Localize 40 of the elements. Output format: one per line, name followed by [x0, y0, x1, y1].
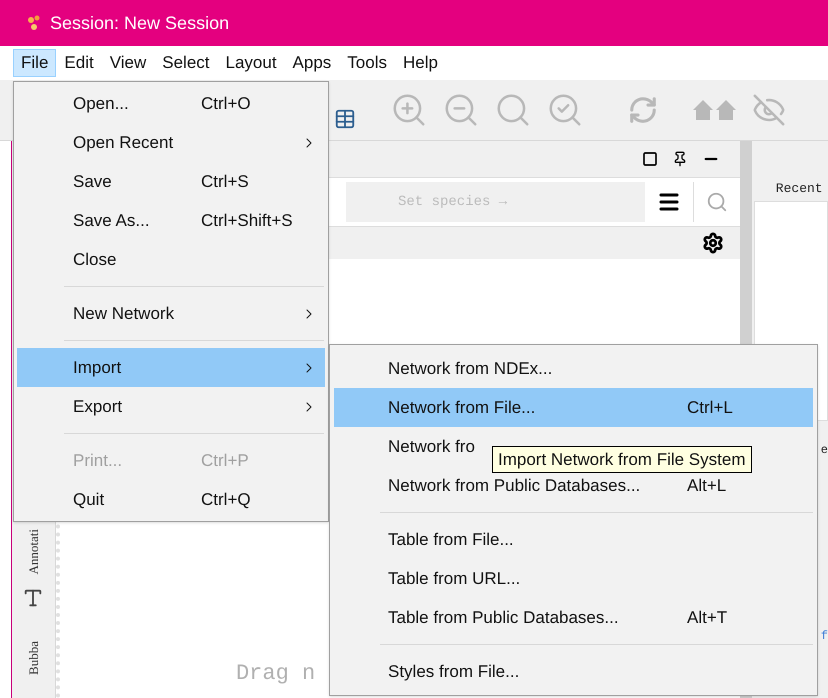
menu-item[interactable]: Open Recent	[17, 123, 325, 162]
window-icon[interactable]	[642, 151, 658, 167]
menu-item[interactable]: Table from Public Databases... Alt+T	[334, 598, 813, 637]
hide-icon[interactable]	[752, 93, 786, 127]
annotation-tab[interactable]: Annotati	[24, 529, 44, 574]
text-fragment: f	[820, 628, 828, 644]
app-logo-icon	[26, 14, 42, 32]
window-title: Session: New Session	[50, 12, 230, 34]
menu-item[interactable]: Export	[17, 387, 325, 426]
pin-icon[interactable]	[672, 151, 688, 167]
menu-item[interactable]: New Network	[17, 294, 325, 333]
bubble-tab[interactable]: Bubba	[24, 640, 44, 674]
menu-item[interactable]: Quit Ctrl+Q	[17, 480, 325, 519]
menu-bar-item[interactable]: File	[13, 49, 56, 77]
menu-item[interactable]: Network from NDEx...	[334, 349, 813, 388]
menu-item[interactable]: Save As... Ctrl+Shift+S	[17, 201, 325, 240]
menu-bar-item[interactable]: Layout	[218, 49, 285, 77]
menu-item[interactable]: Save Ctrl+S	[17, 162, 325, 201]
canvas-hint: Drag n	[236, 660, 316, 688]
search-icon[interactable]	[706, 191, 728, 213]
menu-bar-item[interactable]: Edit	[56, 49, 102, 77]
recent-label: Recent	[776, 180, 824, 198]
menu-bar-item[interactable]: View	[102, 49, 154, 77]
menu-item[interactable]: Styles from File...	[334, 652, 813, 691]
menu-item[interactable]: Table from File...	[334, 520, 813, 559]
menu-item[interactable]: Open... Ctrl+O	[17, 84, 325, 123]
tooltip: Import Network from File System	[492, 446, 752, 473]
menu-item[interactable]: Network from File... Ctrl+L	[334, 388, 813, 427]
menu-bar-item[interactable]: Select	[154, 49, 218, 77]
menu-bar-item[interactable]: Apps	[284, 49, 340, 77]
text-fragment: e	[820, 442, 828, 458]
menu-item[interactable]: Close	[17, 240, 325, 279]
refresh-icon[interactable]	[628, 95, 658, 125]
menu-bar-item[interactable]: Help	[394, 49, 446, 77]
gear-icon[interactable]	[702, 232, 724, 254]
table-icon[interactable]	[334, 108, 356, 130]
menu-item[interactable]: Table from URL...	[334, 559, 813, 598]
menu-bar-item[interactable]: Tools	[339, 49, 395, 77]
houses-icon[interactable]	[692, 98, 738, 122]
menu-item[interactable]: Import	[17, 348, 325, 387]
